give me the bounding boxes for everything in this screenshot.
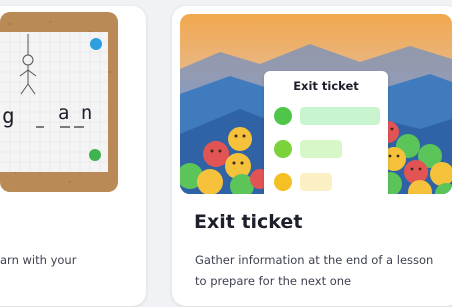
response-bar <box>300 140 342 158</box>
exit-ticket-thumbnail: Exit ticket <box>180 14 452 194</box>
blue-pin-icon <box>90 38 102 50</box>
hangman-letters-an: a n <box>58 102 93 124</box>
response-bar <box>300 173 332 191</box>
activity-card-hangman[interactable]: g a n arn with your <box>0 6 146 306</box>
card-description: Gather information at the end of a lesso… <box>195 253 434 288</box>
ticket-title: Exit ticket <box>293 79 359 93</box>
response-bar <box>300 107 380 125</box>
card-description: arn with your <box>0 253 77 267</box>
green-pin-icon <box>89 149 101 161</box>
neutral-face-icon <box>274 140 292 158</box>
hangman-thumbnail: g a n <box>0 12 118 192</box>
card-title: Exit ticket <box>194 211 303 233</box>
exit-ticket-card: Exit ticket <box>264 71 388 194</box>
activity-card-exit-ticket[interactable]: Exit ticket Exit ticket Gather informati… <box>172 6 452 306</box>
worried-face-icon <box>274 173 292 191</box>
happy-face-icon <box>274 107 292 125</box>
hangman-letter-g: g <box>2 104 15 128</box>
